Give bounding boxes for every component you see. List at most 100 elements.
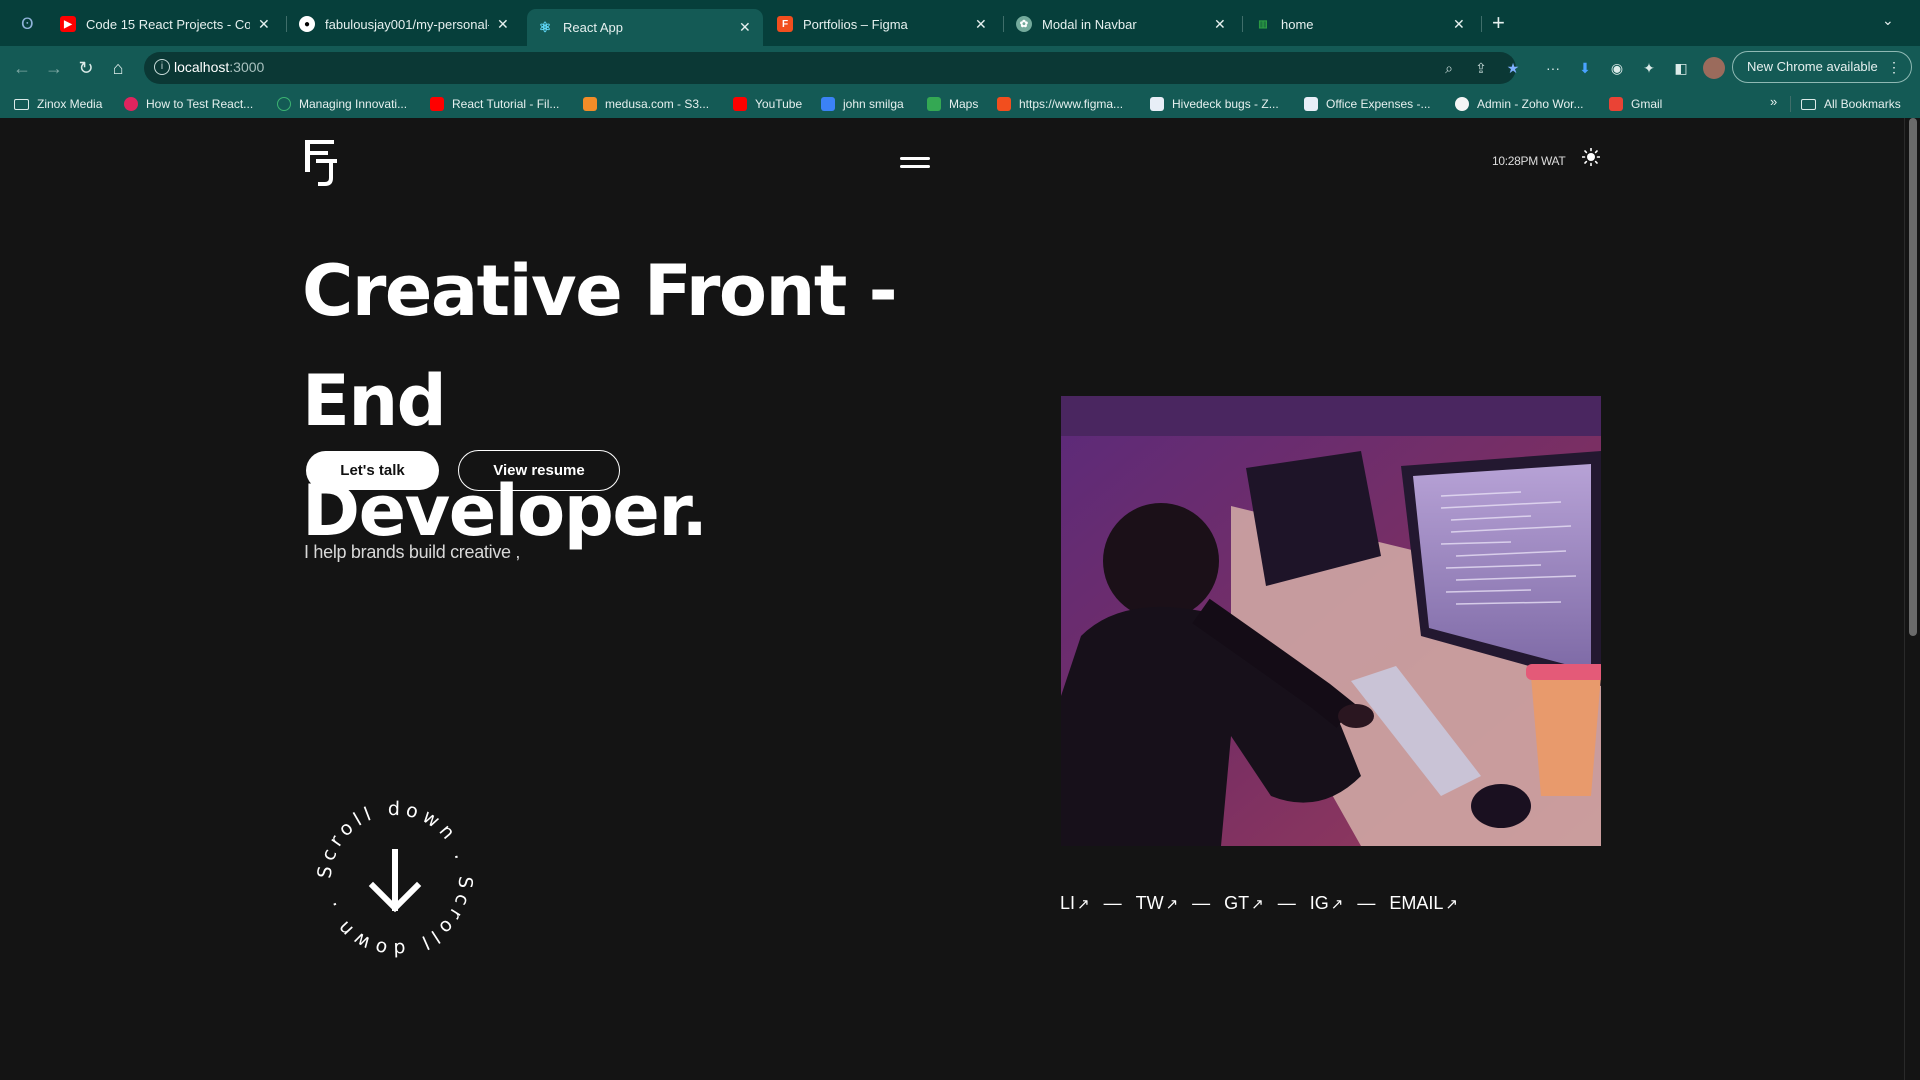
more-extensions-icon[interactable]: ··· <box>1543 58 1563 78</box>
bookmark-item[interactable]: Maps <box>927 95 978 113</box>
youtube-icon <box>430 97 444 111</box>
extension-download-icon[interactable]: ⬇ <box>1575 58 1595 78</box>
tab-home[interactable]: ▥ home ✕ <box>1245 9 1477 39</box>
close-icon[interactable]: ✕ <box>975 16 989 33</box>
bookmark-item[interactable]: Zinox Media <box>14 95 102 113</box>
social-link-twitter[interactable]: TW ↗ <box>1136 893 1179 914</box>
site-icon <box>821 97 835 111</box>
chevron-down-icon[interactable]: ⌄ <box>1882 12 1894 29</box>
tab-title: Portfolios – Figma <box>803 16 908 32</box>
chevron-double-right-icon[interactable]: » <box>1770 94 1777 109</box>
tab-strip: ʘ ▶ Code 15 React Projects - Com ✕ ● fab… <box>0 0 1920 46</box>
arrow-down-icon <box>368 849 422 913</box>
page-scrollbar[interactable] <box>1904 118 1920 1080</box>
site-info-icon[interactable]: i <box>154 59 170 75</box>
hero-line-1: Creative Front - End <box>302 250 898 442</box>
tab-github[interactable]: ● fabulousjay001/my-personal-w ✕ <box>289 9 521 39</box>
social-link-instagram[interactable]: IG ↗ <box>1310 893 1344 914</box>
arrow-up-right-icon: ↗ <box>1445 895 1458 913</box>
update-label: New Chrome available <box>1747 59 1878 74</box>
site-icon <box>1304 97 1318 111</box>
social-separator: — <box>1357 893 1376 913</box>
tab-divider <box>1003 16 1004 32</box>
chatgpt-icon: ✿ <box>1016 16 1032 32</box>
home-icon[interactable]: ⌂ <box>106 56 130 80</box>
reload-icon[interactable]: ↻ <box>74 56 98 80</box>
close-icon[interactable]: ✕ <box>1453 16 1467 33</box>
profile-avatar[interactable] <box>1703 57 1725 79</box>
close-icon[interactable]: ✕ <box>739 19 753 36</box>
kebab-menu-icon[interactable]: ⋮ <box>1887 52 1901 82</box>
bookmark-item[interactable]: YouTube <box>733 95 802 113</box>
bookmark-item[interactable]: Office Expenses -... <box>1304 95 1431 113</box>
maps-icon <box>927 97 941 111</box>
arrow-up-right-icon: ↗ <box>1077 895 1090 913</box>
bookmark-item[interactable]: https://www.figma... <box>997 95 1123 113</box>
back-icon[interactable]: ← <box>10 56 34 80</box>
site-icon <box>124 97 138 111</box>
browser-toolbar: ← → ↻ ⌂ i localhost:3000 ⌕ ⇪ ★ ··· ⬇ ◉ ✦… <box>0 46 1920 90</box>
menu-icon[interactable] <box>900 157 930 171</box>
scroll-down-badge[interactable]: Scroll down . Scroll down . <box>310 794 480 964</box>
medusa-icon <box>583 97 597 111</box>
lets-talk-button[interactable]: Let's talk <box>306 451 439 490</box>
close-icon[interactable]: ✕ <box>497 16 511 33</box>
hero-heading: Creative Front - End Developer. <box>302 236 1062 566</box>
chrome-update-button[interactable]: New Chrome available ⋮ <box>1732 51 1912 83</box>
social-separator: — <box>1192 893 1211 913</box>
social-link-email[interactable]: EMAIL ↗ <box>1389 893 1458 914</box>
bookmark-item[interactable]: Managing Innovati... <box>277 95 407 113</box>
social-links: LI ↗ — TW ↗ — GT ↗ — IG ↗ — EMAIL ↗ <box>1060 893 1458 914</box>
side-panel-icon[interactable]: ◧ <box>1671 58 1691 78</box>
bookmark-item[interactable]: john smilga <box>821 95 904 113</box>
bookmark-item[interactable]: Admin - Zoho Wor... <box>1455 95 1583 113</box>
developer-photo <box>1061 396 1601 846</box>
extension-grammar-icon[interactable]: ◉ <box>1607 58 1627 78</box>
close-icon[interactable]: ✕ <box>1214 16 1228 33</box>
local-time: 10:28PM WAT <box>1492 154 1566 168</box>
folder-icon <box>14 98 29 110</box>
site-icon <box>1150 97 1164 111</box>
view-resume-button[interactable]: View resume <box>458 450 620 491</box>
tab-youtube[interactable]: ▶ Code 15 React Projects - Com ✕ <box>50 9 282 39</box>
tab-figma[interactable]: F Portfolios – Figma ✕ <box>767 9 999 39</box>
social-link-github[interactable]: GT ↗ <box>1224 893 1264 914</box>
tab-title: React App <box>563 20 623 35</box>
bookmark-item[interactable]: Gmail <box>1609 95 1662 113</box>
bookmark-item[interactable]: Hivedeck bugs - Z... <box>1150 95 1279 113</box>
site-logo[interactable] <box>304 139 338 187</box>
github-icon: ● <box>299 16 315 32</box>
portfolio-page: 10:28PM WAT Creative Front - End Develop… <box>0 118 1904 1080</box>
bookmark-item[interactable]: How to Test React... <box>124 95 253 113</box>
figma-icon: F <box>777 16 793 32</box>
tab-search-icon[interactable]: ʘ <box>18 13 36 33</box>
fj-logo-icon <box>305 140 337 186</box>
figma-icon <box>997 97 1011 111</box>
arrow-up-right-icon: ↗ <box>1330 895 1344 913</box>
tab-title: Code 15 React Projects - Com <box>86 16 250 32</box>
new-tab-icon[interactable]: + <box>1492 10 1505 36</box>
puzzle-icon[interactable]: ✦ <box>1639 58 1659 78</box>
tab-title: fabulousjay001/my-personal-w <box>325 16 489 32</box>
address-bar[interactable]: i localhost:3000 ⌕ ⇪ ★ <box>144 52 1519 84</box>
site-icon <box>277 97 291 111</box>
close-icon[interactable]: ✕ <box>258 16 272 33</box>
tab-react-app[interactable]: ⚛ React App ✕ <box>527 9 763 46</box>
social-link-linkedin[interactable]: LI ↗ <box>1060 893 1090 914</box>
forward-icon[interactable]: → <box>42 56 66 80</box>
tab-modal-navbar[interactable]: ✿ Modal in Navbar ✕ <box>1006 9 1238 39</box>
all-bookmarks[interactable]: All Bookmarks <box>1801 95 1901 113</box>
share-icon[interactable]: ⇪ <box>1472 59 1490 77</box>
bookmark-star-icon[interactable]: ★ <box>1504 59 1522 77</box>
tab-title: Modal in Navbar <box>1042 16 1137 32</box>
react-icon: ⚛ <box>538 19 552 35</box>
url-text[interactable]: localhost:3000 <box>174 59 264 75</box>
social-separator: — <box>1277 893 1296 913</box>
social-separator: — <box>1103 893 1122 913</box>
bookmark-item[interactable]: medusa.com - S3... <box>583 95 709 113</box>
bookmark-item[interactable]: React Tutorial - Fil... <box>430 95 559 113</box>
sun-icon[interactable] <box>1581 147 1601 167</box>
arrow-up-right-icon: ↗ <box>1165 895 1179 913</box>
zoom-icon[interactable]: ⌕ <box>1440 59 1458 77</box>
scrollbar-thumb[interactable] <box>1909 118 1917 636</box>
